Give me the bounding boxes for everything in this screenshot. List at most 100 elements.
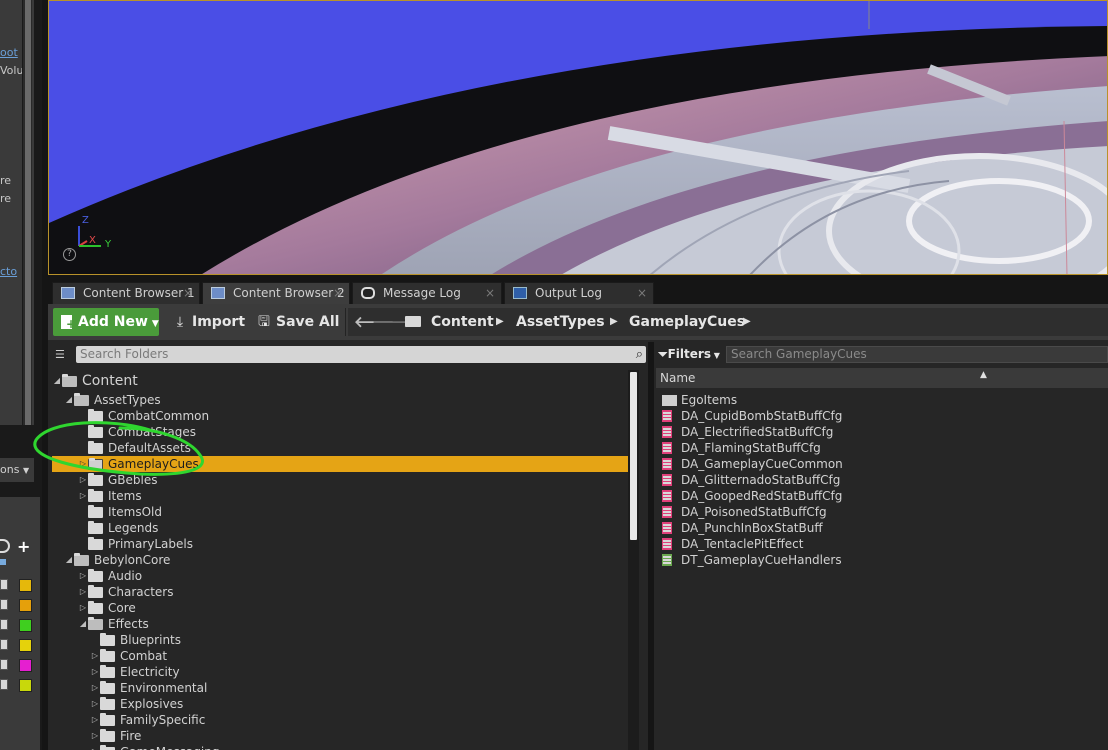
folder-tree-scrollbar[interactable] (628, 370, 639, 750)
breadcrumb-arrow-icon[interactable]: ▶ (743, 308, 751, 336)
import-label: Import (192, 314, 246, 330)
folder-tree-item[interactable]: ▷ GameplayCues (52, 456, 630, 472)
expanded-arrow-icon[interactable]: ◢ (64, 392, 74, 408)
close-icon[interactable]: × (333, 283, 343, 303)
collapsed-arrow-icon[interactable]: ▷ (90, 648, 100, 664)
details-scrollbar[interactable] (22, 0, 32, 425)
folder-label: GBebles (108, 473, 158, 487)
layer-color-swatch[interactable] (19, 619, 32, 632)
folder-tree-item[interactable]: ▷ Characters (52, 584, 630, 600)
collapsed-arrow-icon[interactable]: ▷ (78, 584, 88, 600)
save-all-button[interactable]: 🖫 Save All (256, 308, 339, 336)
breadcrumb-content[interactable]: Content (431, 308, 494, 336)
view-options-button[interactable]: ons ▼ (0, 458, 34, 482)
folder-tree-item[interactable]: CombatCommon (52, 408, 630, 424)
breadcrumb-gameplaycues[interactable]: GameplayCues (629, 308, 745, 336)
axis-y-label: Y (105, 239, 112, 250)
circle-select-icon[interactable] (0, 539, 10, 553)
folder-tree-item[interactable]: ▷ Electricity (52, 664, 630, 680)
scrollbar-thumb[interactable] (630, 372, 637, 540)
collapsed-arrow-icon[interactable]: ▷ (90, 664, 100, 680)
asset-label: DA_FlamingStatBuffCfg (681, 441, 821, 455)
collapsed-arrow-icon[interactable]: ▷ (78, 472, 88, 488)
tab-message-log[interactable]: Message Log × (352, 282, 502, 304)
question-icon[interactable]: ? (63, 248, 76, 261)
scrollbar-thumb[interactable] (25, 0, 31, 425)
folder-icon (662, 395, 677, 406)
tab-content-browser-1[interactable]: Content Browser 1 × (52, 282, 200, 304)
layer-color-swatch[interactable] (19, 679, 32, 692)
collapsed-arrow-icon[interactable]: ▷ (90, 712, 100, 728)
folder-tree-item[interactable]: PrimaryLabels (52, 536, 630, 552)
add-new-button[interactable]: + Add New ▼ (53, 308, 159, 336)
search-folders-input[interactable]: Search Folders ⌕ (76, 346, 646, 363)
close-icon[interactable]: × (637, 283, 647, 303)
folder-tree-item[interactable]: ▷ Combat (52, 648, 630, 664)
folder-label: CombatCommon (108, 409, 210, 423)
folder-tree: ◢ Content ◢ AssetTypes CombatCommon CombatSta… (48, 370, 630, 750)
collapsed-arrow-icon[interactable]: ▷ (78, 456, 88, 472)
expanded-arrow-icon[interactable]: ◢ (52, 372, 62, 390)
breadcrumb-arrow-icon[interactable]: ▶ (496, 308, 504, 336)
add-layer-icon[interactable]: + (17, 537, 30, 556)
layer-color-swatch[interactable] (19, 659, 32, 672)
toolbar-divider (345, 308, 346, 336)
collapsed-arrow-icon[interactable]: ▷ (90, 696, 100, 712)
folder-label: Core (108, 601, 136, 615)
folder-tree-item[interactable]: ▷ Fire (52, 728, 630, 744)
view-options-label: ons (0, 463, 20, 476)
collapse-sources-icon[interactable]: ☰ (55, 348, 70, 361)
folder-tree-item[interactable]: ▷ Environmental (52, 680, 630, 696)
collapsed-arrow-icon[interactable]: ▷ (78, 600, 88, 616)
layer-color-swatch[interactable] (19, 639, 32, 652)
tab-label: Content Browser 2 (233, 286, 345, 300)
folder-label: Audio (108, 569, 143, 583)
tab-label: Message Log (383, 286, 461, 300)
folder-tree-item[interactable]: CombatStages (52, 424, 630, 440)
folder-label: BebylonCore (94, 553, 171, 567)
folder-tree-item[interactable]: ◢ Effects (52, 616, 630, 632)
folder-tree-item[interactable]: Legends (52, 520, 630, 536)
folder-tree-item[interactable]: ▷ Items (52, 488, 630, 504)
data-asset-icon (662, 506, 672, 518)
collapsed-arrow-icon[interactable]: ▷ (78, 568, 88, 584)
chevron-down-icon: ▼ (151, 319, 159, 329)
details-link-text[interactable]: cto (0, 265, 22, 278)
folder-icon (88, 569, 103, 582)
folder-open-icon (74, 393, 89, 406)
breadcrumb-assettypes[interactable]: AssetTypes (516, 308, 605, 336)
folder-tree-item[interactable]: ◢ BebylonCore (52, 552, 630, 568)
import-button[interactable]: ⤓ Import (172, 308, 245, 336)
tab-output-log[interactable]: Output Log × (504, 282, 654, 304)
folder-tree-item[interactable]: Blueprints (52, 632, 630, 648)
column-header-name[interactable]: Name ▲ (656, 368, 1108, 388)
close-icon[interactable]: × (183, 283, 193, 303)
folder-tree-item[interactable]: DefaultAssets (52, 440, 630, 456)
collapsed-arrow-icon[interactable]: ▷ (90, 680, 100, 696)
folder-tree-item[interactable]: ▷ GameMessaging (52, 744, 630, 750)
tab-content-browser-2[interactable]: Content Browser 2 × (202, 282, 350, 304)
filter-icon: ⏷ (658, 347, 668, 361)
breadcrumb-arrow-icon[interactable]: ▶ (610, 308, 618, 336)
level-viewport[interactable]: Z X Y ? (48, 0, 1108, 275)
layer-color-swatch[interactable] (19, 579, 32, 592)
expanded-arrow-icon[interactable]: ◢ (78, 616, 88, 632)
search-assets-input[interactable]: Search GameplayCues (726, 346, 1108, 363)
folder-tree-item[interactable]: ◢ Content (52, 372, 630, 390)
folder-tree-item[interactable]: ▷ FamilySpecific (52, 712, 630, 728)
close-icon[interactable]: × (485, 283, 495, 303)
folder-tree-item[interactable]: ItemsOld (52, 504, 630, 520)
filters-button[interactable]: ⏷Filters ▼ (658, 346, 722, 363)
collapsed-arrow-icon[interactable]: ▷ (90, 728, 100, 744)
expanded-arrow-icon[interactable]: ◢ (64, 552, 74, 568)
collapsed-arrow-icon[interactable]: ▷ (90, 744, 100, 750)
details-link-text[interactable]: oot (0, 46, 22, 59)
folder-tree-item[interactable]: ▷ Core (52, 600, 630, 616)
collapsed-arrow-icon[interactable]: ▷ (78, 488, 88, 504)
folder-tree-item[interactable]: ▷ Explosives (52, 696, 630, 712)
folder-tree-item[interactable]: ▷ Audio (52, 568, 630, 584)
folder-tree-item[interactable]: ▷ GBebles (52, 472, 630, 488)
layer-color-swatch[interactable] (19, 599, 32, 612)
folder-tree-item[interactable]: ◢ AssetTypes (52, 392, 630, 408)
brush-icon[interactable] (0, 559, 6, 565)
